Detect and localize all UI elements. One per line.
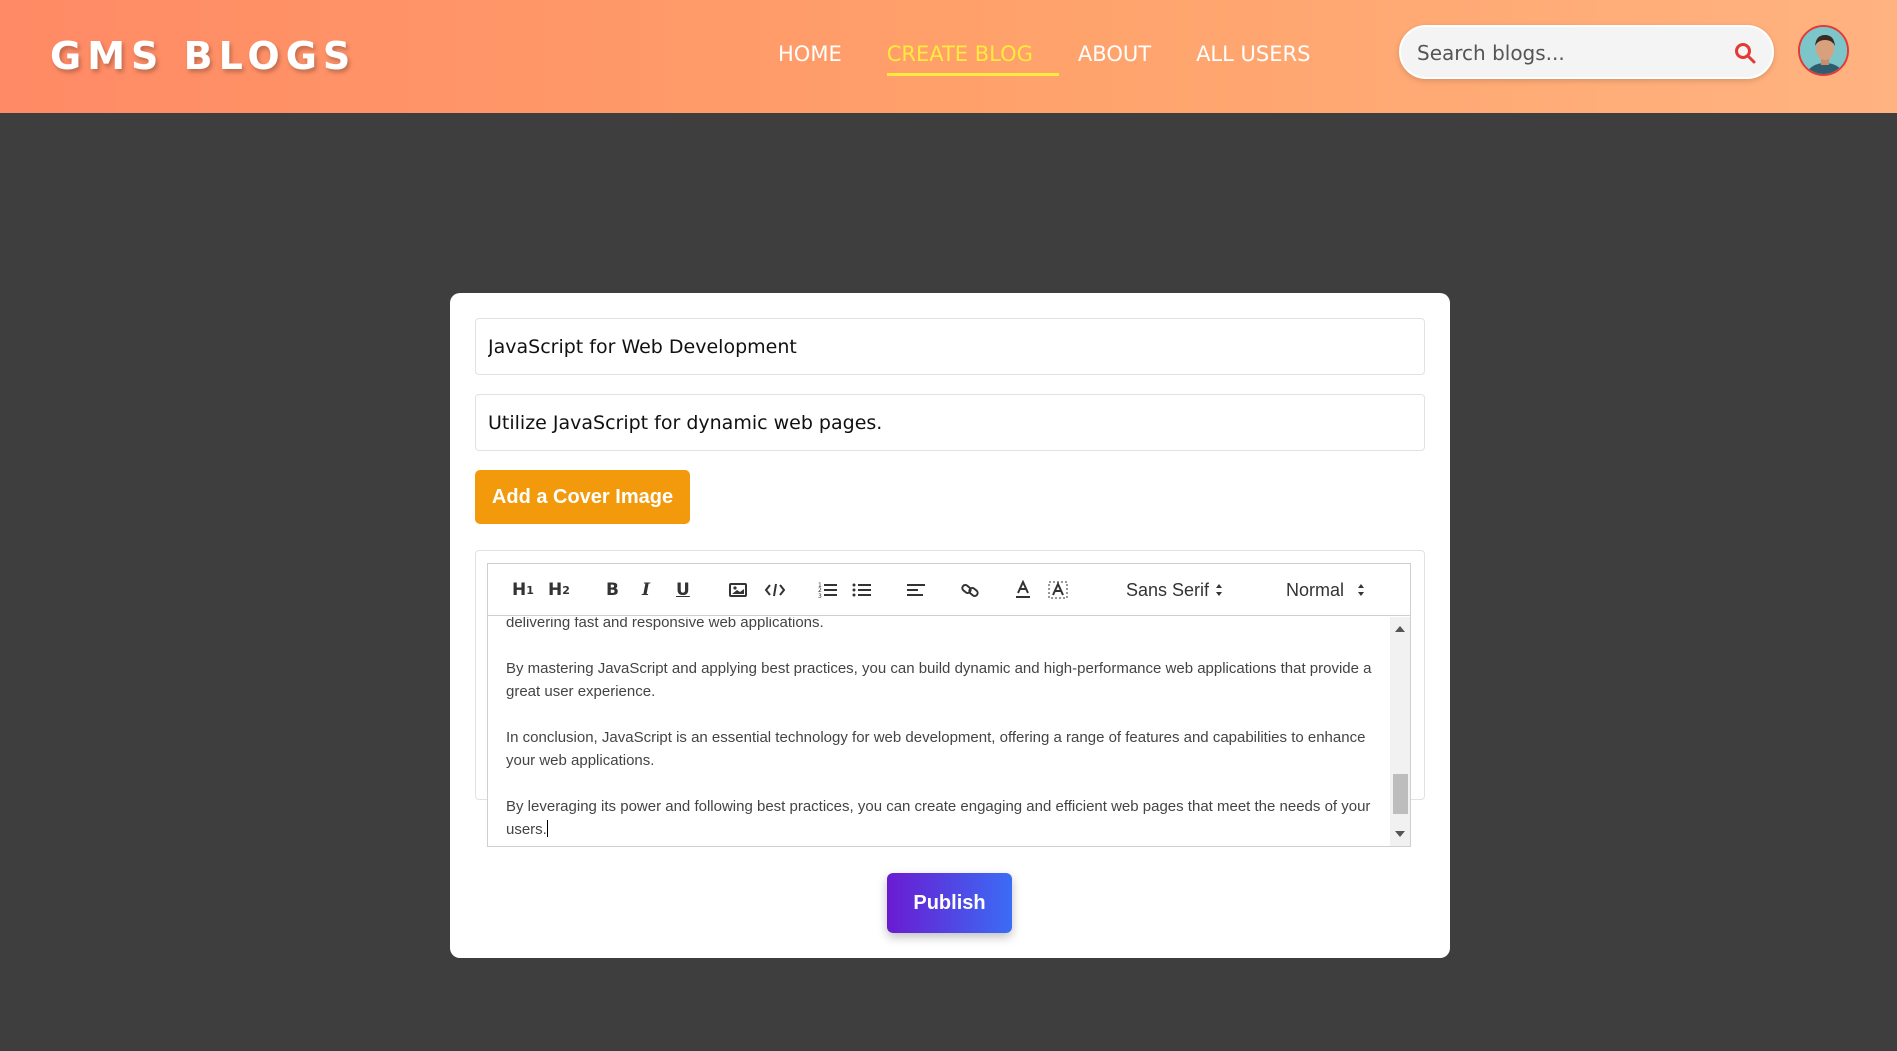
- main-nav: HOME CREATE BLOG ABOUT ALL USERS: [778, 42, 1310, 76]
- rich-text-editor: H1 H2 B I U 123 Sans Serif Normal delive…: [487, 563, 1411, 847]
- blog-title-input[interactable]: [475, 318, 1425, 375]
- link-icon[interactable]: [960, 578, 980, 602]
- svg-text:3: 3: [818, 593, 822, 599]
- image-icon[interactable]: [728, 578, 748, 602]
- font-family-label: Sans Serif: [1126, 579, 1210, 600]
- nav-about[interactable]: ABOUT: [1078, 42, 1151, 76]
- editor-paragraph-text: By leveraging its power and following be…: [506, 798, 1371, 838]
- editor-paragraph: In conclusion, JavaScript is an essentia…: [506, 729, 1366, 769]
- heading-2-label: 2: [562, 583, 570, 597]
- bullet-list-icon[interactable]: [852, 578, 872, 602]
- font-size-select[interactable]: Normal: [1286, 578, 1366, 602]
- scroll-down-arrow-icon[interactable]: [1395, 831, 1405, 837]
- editor-paragraph: By mastering JavaScript and applying bes…: [506, 660, 1372, 700]
- editor-toolbar: H1 H2 B I U 123 Sans Serif Normal: [488, 564, 1410, 616]
- site-logo[interactable]: GMS BLOGS: [50, 34, 356, 78]
- nav-home[interactable]: HOME: [778, 42, 842, 76]
- select-arrows-icon: [1358, 584, 1365, 596]
- heading-2-button[interactable]: H2: [548, 578, 570, 602]
- search-box: [1399, 25, 1774, 79]
- italic-button[interactable]: I: [642, 578, 650, 602]
- select-arrows-icon: [1216, 584, 1223, 596]
- editor-paragraph: delivering fast and responsive web appli…: [506, 617, 824, 631]
- editor-content[interactable]: delivering fast and responsive web appli…: [488, 617, 1388, 846]
- nav-create-blog[interactable]: CREATE BLOG: [886, 42, 1060, 76]
- editor-paragraph-last: By leveraging its power and following be…: [506, 795, 1386, 841]
- avatar-portrait-icon: [1800, 27, 1847, 74]
- scrollbar-thumb[interactable]: [1393, 774, 1408, 814]
- code-block-icon[interactable]: [764, 578, 786, 602]
- add-cover-image-button[interactable]: Add a Cover Image: [475, 470, 690, 524]
- text-caret: [546, 820, 548, 837]
- font-size-label: Normal: [1286, 579, 1345, 600]
- heading-1-button[interactable]: H1: [512, 578, 534, 602]
- text-color-icon[interactable]: [1014, 578, 1032, 602]
- heading-1-label: 1: [526, 583, 534, 597]
- search-input[interactable]: [1417, 38, 1727, 68]
- nav-all-users[interactable]: ALL USERS: [1196, 42, 1310, 76]
- underline-button[interactable]: U: [676, 578, 690, 602]
- font-family-select[interactable]: Sans Serif: [1126, 578, 1224, 602]
- align-left-icon[interactable]: [906, 578, 926, 602]
- blog-description-input[interactable]: [475, 394, 1425, 451]
- bold-button[interactable]: B: [606, 578, 619, 602]
- publish-button[interactable]: Publish: [887, 873, 1012, 933]
- search-icon[interactable]: [1734, 42, 1756, 64]
- editor-scrollbar[interactable]: [1390, 617, 1410, 846]
- create-blog-card: Add a Cover Image H1 H2 B I U 123: [450, 293, 1450, 958]
- scroll-up-arrow-icon[interactable]: [1395, 626, 1405, 632]
- top-navbar: GMS BLOGS HOME CREATE BLOG ABOUT ALL USE…: [0, 0, 1897, 113]
- user-avatar[interactable]: [1798, 25, 1849, 76]
- ordered-list-icon[interactable]: 123: [818, 578, 838, 602]
- background-color-icon[interactable]: [1048, 578, 1068, 602]
